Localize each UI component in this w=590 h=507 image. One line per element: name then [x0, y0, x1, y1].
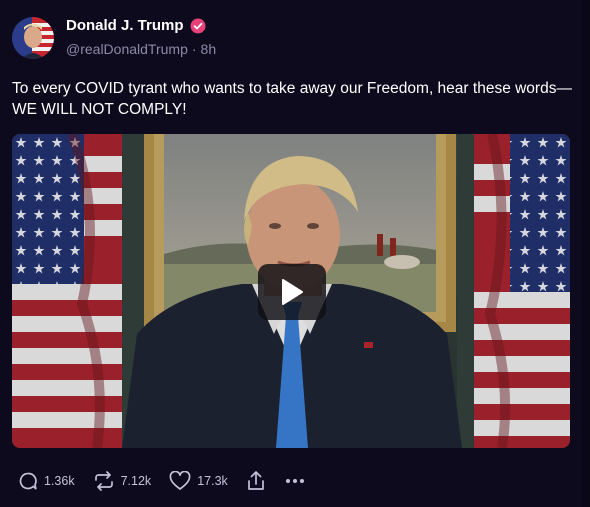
more-icon: [285, 479, 290, 483]
post-text: To every COVID tyrant who wants to take …: [12, 80, 572, 118]
play-button[interactable]: [258, 264, 326, 320]
repost-count: 7.12k: [120, 474, 152, 488]
post-card: Donald J. Trump @realDonaldTrump · 8h To…: [0, 0, 590, 507]
reply-icon: [19, 472, 37, 490]
repost-button[interactable]: 7.12k: [93, 471, 152, 491]
verified-badge-icon: [190, 18, 206, 34]
heart-icon: [169, 471, 191, 490]
avatar-image: [12, 17, 54, 59]
post-actions: 1.36k 7.12k 17.3k: [18, 470, 306, 492]
like-button[interactable]: 17.3k: [169, 471, 228, 491]
avatar[interactable]: [12, 17, 54, 59]
author-name[interactable]: Donald J. Trump: [66, 17, 184, 34]
author-name-row: Donald J. Trump: [66, 17, 206, 34]
share-button[interactable]: [246, 470, 266, 492]
author-meta: @realDonaldTrump · 8h: [66, 41, 216, 57]
more-options-button[interactable]: [284, 475, 306, 487]
meta-separator: ·: [191, 41, 197, 57]
scrollbar-track[interactable]: [582, 0, 590, 507]
like-count: 17.3k: [197, 474, 228, 488]
repost-icon: [94, 471, 113, 491]
post-timestamp[interactable]: 8h: [201, 41, 217, 57]
reply-count: 1.36k: [44, 474, 75, 488]
author-handle[interactable]: @realDonaldTrump: [66, 41, 188, 57]
play-icon: [282, 279, 303, 305]
reply-button[interactable]: 1.36k: [18, 471, 75, 491]
share-icon: [247, 471, 264, 490]
